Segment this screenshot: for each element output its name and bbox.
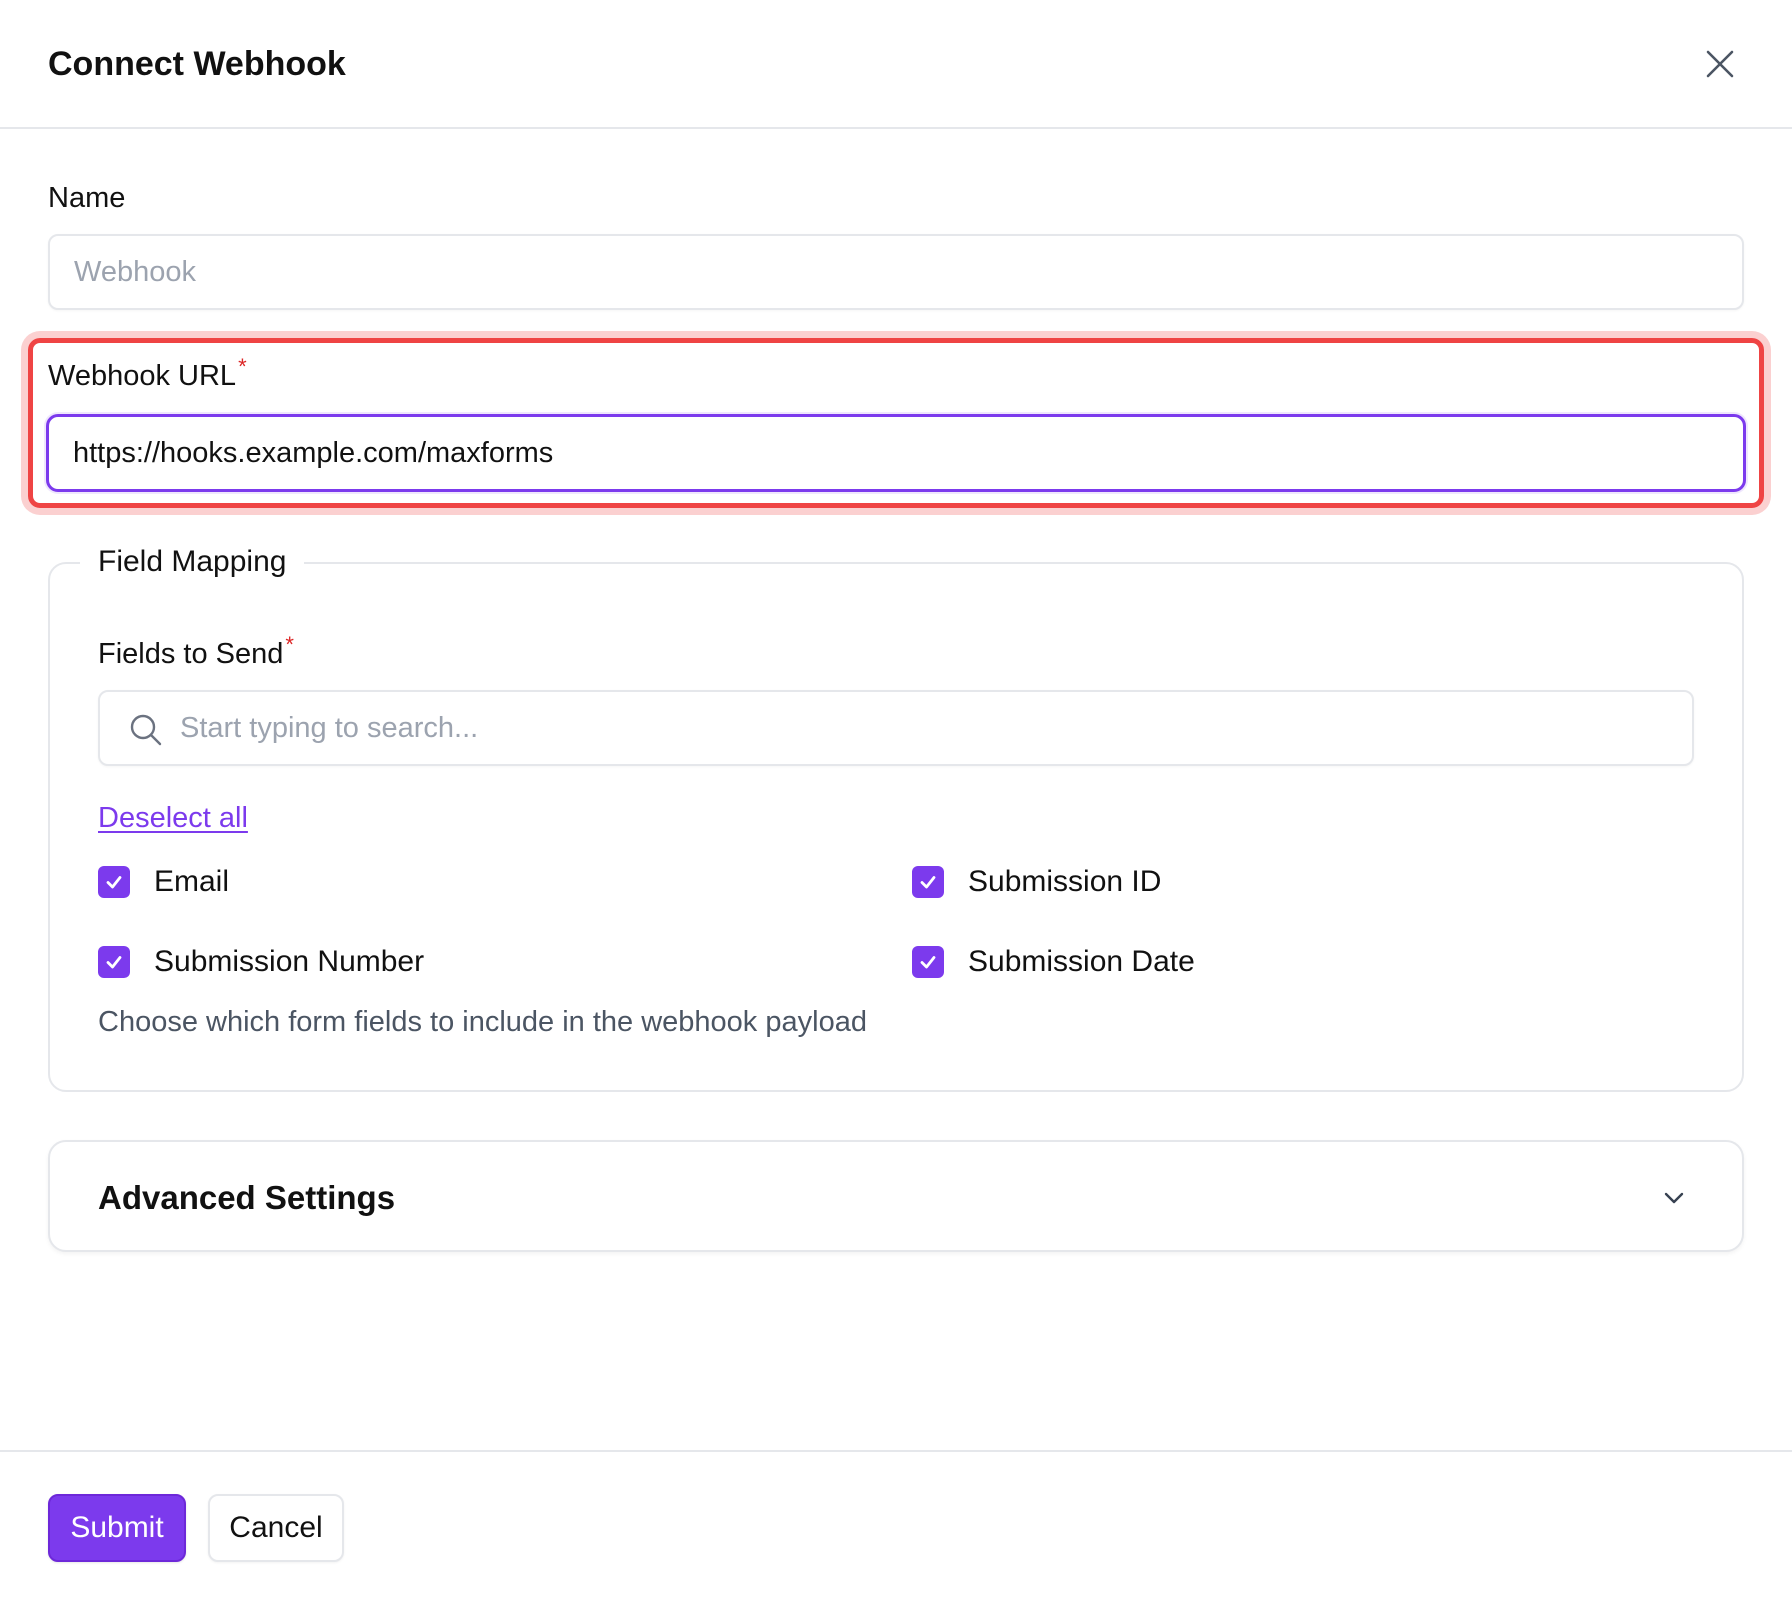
check-icon	[106, 876, 122, 889]
field-option-label: Submission Number	[154, 945, 425, 978]
field-option-email[interactable]: Email	[98, 862, 229, 902]
chevron-down-icon	[1660, 1184, 1688, 1212]
checkbox-checked[interactable]	[98, 866, 130, 898]
webhook-url-input[interactable]	[46, 414, 1746, 492]
field-option-submission-number[interactable]: Submission Number	[98, 942, 424, 982]
connect-webhook-modal: Connect Webhook Name Webhook URL* Field …	[0, 0, 1792, 1600]
fields-to-send-label-text: Fields to Send	[98, 638, 284, 670]
field-option-submission-date[interactable]: Submission Date	[912, 942, 1195, 982]
submit-button[interactable]: Submit	[48, 1494, 186, 1562]
field-option-label: Submission Date	[968, 945, 1195, 978]
checkbox-checked[interactable]	[912, 946, 944, 978]
fields-search-input[interactable]	[180, 692, 1680, 764]
required-mark: *	[285, 632, 294, 658]
fields-search-box[interactable]	[98, 690, 1694, 766]
field-mapping-helper-text: Choose which form fields to include in t…	[98, 1006, 867, 1038]
close-button[interactable]	[1700, 44, 1740, 84]
deselect-all-link[interactable]: Deselect all	[98, 800, 248, 836]
name-label-text: Name	[48, 182, 126, 214]
close-icon	[1706, 50, 1734, 78]
check-icon	[920, 956, 936, 969]
fields-to-send-label: Fields to Send*	[98, 634, 294, 672]
webhook-url-label-text: Webhook URL	[48, 360, 237, 392]
modal-title: Connect Webhook	[48, 45, 346, 83]
advanced-settings-title: Advanced Settings	[98, 1179, 396, 1216]
webhook-url-label: Webhook URL*	[48, 356, 247, 394]
field-option-label: Email	[154, 865, 230, 898]
search-icon	[128, 712, 164, 748]
check-icon	[920, 876, 936, 889]
modal-footer: Submit Cancel	[0, 1450, 1792, 1600]
field-option-submission-id[interactable]: Submission ID	[912, 862, 1161, 902]
field-option-label: Submission ID	[968, 865, 1162, 898]
field-mapping-legend: Field Mapping	[80, 542, 305, 582]
name-label: Name	[48, 180, 125, 216]
check-icon	[106, 956, 122, 969]
name-input[interactable]	[48, 234, 1744, 310]
advanced-settings-accordion[interactable]: Advanced Settings	[48, 1140, 1744, 1252]
cancel-button[interactable]: Cancel	[208, 1494, 344, 1562]
checkbox-checked[interactable]	[98, 946, 130, 978]
checkbox-checked[interactable]	[912, 866, 944, 898]
required-mark: *	[238, 354, 247, 380]
modal-header: Connect Webhook	[0, 0, 1792, 129]
